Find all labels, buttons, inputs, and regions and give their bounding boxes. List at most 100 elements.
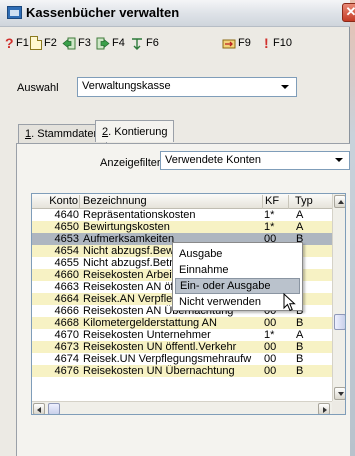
typ-cell: B: [296, 365, 304, 377]
context-menu-item[interactable]: Nicht verwenden: [175, 294, 300, 310]
title-bar: Kassenbücher verwalten ✕: [0, 0, 355, 27]
toolbar-label: F9: [238, 37, 251, 49]
scroll-down-button[interactable]: [334, 387, 345, 400]
app-icon: [7, 6, 22, 19]
toolbar: ? F1 F2 F3 F4 F6 F9 ! F10: [0, 28, 350, 56]
scroll-left-button[interactable]: [33, 403, 45, 414]
vertical-scrollbar[interactable]: [332, 194, 345, 401]
sort-button[interactable]: F6: [130, 34, 159, 52]
bezeichnung-cell: Repräsentationskosten: [83, 209, 196, 221]
column-header-bezeichnung[interactable]: Bezeichnung: [81, 195, 263, 209]
auswahl-select[interactable]: Verwaltungskasse: [77, 77, 297, 97]
typ-cell: A: [296, 221, 304, 233]
table-row[interactable]: 4673 Reisekosten UN öffentl.Verkehr 00 B: [32, 341, 332, 353]
konto-cell: 4650: [54, 221, 79, 233]
kf-cell: 00: [264, 317, 277, 329]
close-button[interactable]: ✕: [342, 3, 355, 22]
konto-cell: 4673: [54, 341, 79, 353]
window-title: Kassenbücher verwalten: [26, 5, 180, 20]
new-button[interactable]: F2: [30, 34, 57, 52]
chevron-down-icon: [335, 158, 343, 162]
transfer-icon: [222, 37, 236, 50]
sort-icon: [130, 37, 144, 50]
auswahl-value: Verwaltungskasse: [82, 80, 171, 92]
new-document-icon: [30, 36, 42, 50]
toolbar-label: F4: [112, 37, 125, 49]
import-icon: [62, 37, 76, 50]
window: Kassenbücher verwalten ✕ ? F1 F2 F3 F4 F…: [0, 0, 355, 456]
tab-label: . Stammdaten: [31, 128, 100, 140]
bezeichnung-cell: Kilometergelderstattung AN: [83, 317, 217, 329]
konto-cell: 4664: [54, 293, 79, 305]
bezeichnung-cell: Reisekosten UN öffentl.Verkehr: [83, 341, 237, 353]
toolbar-label: F6: [146, 37, 159, 49]
bezeichnung-cell: Reisekosten Unternehmer: [83, 329, 211, 341]
kf-cell: 1*: [264, 221, 275, 233]
scroll-up-button[interactable]: [334, 195, 345, 208]
konto-cell: 4676: [54, 365, 79, 377]
table-row[interactable]: 4640 Repräsentationskosten 1* A: [32, 209, 332, 221]
konto-cell: 4640: [54, 209, 79, 221]
konto-cell: 4660: [54, 269, 79, 281]
konto-cell: 4653: [54, 233, 79, 245]
filter-value: Verwendete Konten: [165, 154, 262, 166]
tab-kontierung[interactable]: 2. Kontierung: [95, 120, 175, 142]
kf-cell: 00: [264, 341, 277, 353]
filter-label: Anzeigefilter: [100, 157, 161, 169]
exclamation-button[interactable]: ! F10: [264, 34, 292, 52]
column-header-konto[interactable]: Konto: [32, 195, 80, 209]
context-menu-item[interactable]: Ein- oder Ausgabe: [175, 278, 300, 294]
table-row[interactable]: 4650 Bewirtungskosten 1* A: [32, 221, 332, 233]
typ-cell: A: [296, 329, 304, 341]
grid-header: Konto Bezeichnung KF Typ: [32, 194, 345, 209]
toolbar-label: F3: [78, 37, 91, 49]
scroll-right-button[interactable]: [318, 403, 330, 414]
context-menu-item[interactable]: Einnahme: [175, 262, 300, 278]
chevron-down-icon: [281, 85, 289, 89]
kf-cell: 1*: [264, 209, 275, 221]
table-row[interactable]: 4674 Reisek.UN Verpflegungsmehraufw 00 B: [32, 353, 332, 365]
help-button[interactable]: ? F1: [5, 34, 29, 52]
tab-stammdaten[interactable]: 1. Stammdaten: [18, 124, 107, 144]
konto-cell: 4670: [54, 329, 79, 341]
help-icon: ?: [5, 35, 14, 51]
table-row[interactable]: 4670 Reisekosten Unternehmer 1* A: [32, 329, 332, 341]
arrow-down-icon: [338, 392, 344, 396]
scroll-corner: [332, 401, 345, 414]
scroll-thumb-horizontal[interactable]: [48, 403, 60, 414]
transfer-button[interactable]: F9: [222, 34, 251, 52]
konto-cell: 4666: [54, 305, 79, 317]
arrow-right-icon: [323, 407, 327, 413]
toolbar-label: F2: [44, 37, 57, 49]
typ-cell: B: [296, 341, 304, 353]
bezeichnung-cell: Bewirtungskosten: [83, 221, 170, 233]
konto-cell: 4654: [54, 245, 79, 257]
filter-select[interactable]: Verwendete Konten: [160, 151, 350, 170]
import-button[interactable]: F3: [62, 34, 91, 52]
export-button[interactable]: F4: [96, 34, 125, 52]
context-menu-item[interactable]: Ausgabe: [175, 246, 300, 262]
konto-cell: 4663: [54, 281, 79, 293]
arrow-left-icon: [37, 407, 41, 413]
table-row[interactable]: 4668 Kilometergelderstattung AN 00 B: [32, 317, 332, 329]
toolbar-label: F10: [273, 37, 292, 49]
typ-cell: B: [296, 353, 304, 365]
exclamation-icon: !: [264, 35, 269, 51]
export-icon: [96, 37, 110, 50]
table-row[interactable]: 4676 Reisekosten UN Übernachtung 00 B: [32, 365, 332, 377]
typ-cell: A: [296, 209, 304, 221]
column-header-kf[interactable]: KF: [263, 195, 289, 209]
bezeichnung-cell: Reisek.UN Verpflegungsmehraufw: [83, 353, 252, 365]
konto-cell: 4655: [54, 257, 79, 269]
auswahl-label: Auswahl: [17, 82, 59, 94]
konto-cell: 4668: [54, 317, 79, 329]
kf-cell: 00: [264, 365, 277, 377]
column-header-typ[interactable]: Typ: [289, 195, 332, 209]
konto-cell: 4674: [54, 353, 79, 365]
horizontal-scrollbar[interactable]: [32, 401, 332, 414]
tab-label: . Kontierung: [108, 126, 168, 138]
kf-cell: 1*: [264, 329, 275, 341]
kf-cell: 00: [264, 353, 277, 365]
scroll-thumb[interactable]: [334, 314, 345, 330]
bezeichnung-cell: Reisekosten UN Übernachtung: [83, 365, 235, 377]
